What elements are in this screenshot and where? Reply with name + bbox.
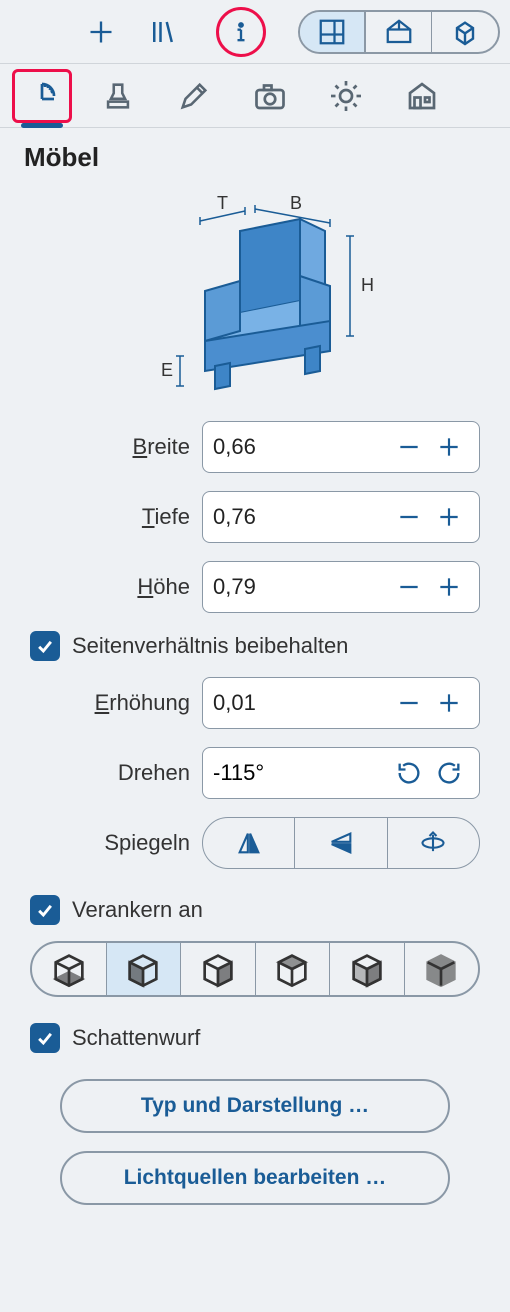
minus-icon[interactable] xyxy=(389,683,429,723)
plus-icon[interactable] xyxy=(429,427,469,467)
mirror-vertical-button[interactable] xyxy=(295,818,387,868)
mirror-3d-button[interactable] xyxy=(388,818,479,868)
depth-stepper[interactable] xyxy=(202,491,480,543)
raise-input[interactable] xyxy=(213,690,389,716)
plus-icon[interactable] xyxy=(429,683,469,723)
svg-text:H: H xyxy=(361,275,374,295)
depth-label: Tiefe xyxy=(30,504,190,530)
minus-icon[interactable] xyxy=(389,427,429,467)
anchor-checkbox[interactable] xyxy=(30,895,60,925)
type-button[interactable]: Typ und Darstellung … xyxy=(60,1079,450,1133)
anchor-right-button[interactable] xyxy=(181,943,256,995)
tab-measure[interactable] xyxy=(12,69,72,123)
rotate-ccw-icon[interactable] xyxy=(429,753,469,793)
minus-icon[interactable] xyxy=(389,497,429,537)
mirror-horizontal-button[interactable] xyxy=(203,818,295,868)
view-3d-button[interactable] xyxy=(366,12,432,52)
tab-sun[interactable] xyxy=(316,69,376,123)
plus-icon[interactable] xyxy=(429,567,469,607)
raise-label: Erhöhung xyxy=(30,690,190,716)
add-icon[interactable] xyxy=(80,11,122,53)
anchor-back-button[interactable] xyxy=(256,943,331,995)
rotate-cw-icon[interactable] xyxy=(389,753,429,793)
shadow-checkbox[interactable] xyxy=(30,1023,60,1053)
raise-stepper[interactable] xyxy=(202,677,480,729)
aspect-checkbox[interactable] xyxy=(30,631,60,661)
height-stepper[interactable] xyxy=(202,561,480,613)
tab-camera[interactable] xyxy=(240,69,300,123)
view-2d-button[interactable] xyxy=(300,12,366,52)
view-mode-group xyxy=(298,10,500,54)
tab-stamp[interactable] xyxy=(88,69,148,123)
depth-input[interactable] xyxy=(213,504,389,530)
furniture-diagram: T B H E xyxy=(0,177,510,421)
height-label: Höhe xyxy=(30,574,190,600)
width-input[interactable] xyxy=(213,434,389,460)
svg-text:T: T xyxy=(217,193,228,213)
rotate-label: Drehen xyxy=(30,760,190,786)
shadow-label: Schattenwurf xyxy=(72,1025,200,1051)
mirror-label: Spiegeln xyxy=(30,830,190,856)
anchor-bottom-button[interactable] xyxy=(32,943,107,995)
rotate-input[interactable] xyxy=(213,760,389,786)
view-iso-button[interactable] xyxy=(432,12,498,52)
anchor-all-button[interactable] xyxy=(405,943,479,995)
anchor-group xyxy=(30,941,480,997)
tab-home[interactable] xyxy=(392,69,452,123)
minus-icon[interactable] xyxy=(389,567,429,607)
anchor-left-button[interactable] xyxy=(107,943,182,995)
mirror-group xyxy=(202,817,480,869)
rotate-field[interactable] xyxy=(202,747,480,799)
anchor-front-button[interactable] xyxy=(330,943,405,995)
anchor-label: Verankern an xyxy=(72,897,203,923)
panel-title: Möbel xyxy=(0,128,510,177)
tab-edit[interactable] xyxy=(164,69,224,123)
height-input[interactable] xyxy=(213,574,389,600)
aspect-label: Seitenverhältnis beibehalten xyxy=(72,633,348,659)
info-icon[interactable] xyxy=(216,7,266,57)
width-stepper[interactable] xyxy=(202,421,480,473)
svg-text:B: B xyxy=(290,193,302,213)
library-icon[interactable] xyxy=(142,11,184,53)
plus-icon[interactable] xyxy=(429,497,469,537)
lights-button[interactable]: Lichtquellen bearbeiten … xyxy=(60,1151,450,1205)
svg-text:E: E xyxy=(161,360,173,380)
width-label: Breite xyxy=(30,434,190,460)
